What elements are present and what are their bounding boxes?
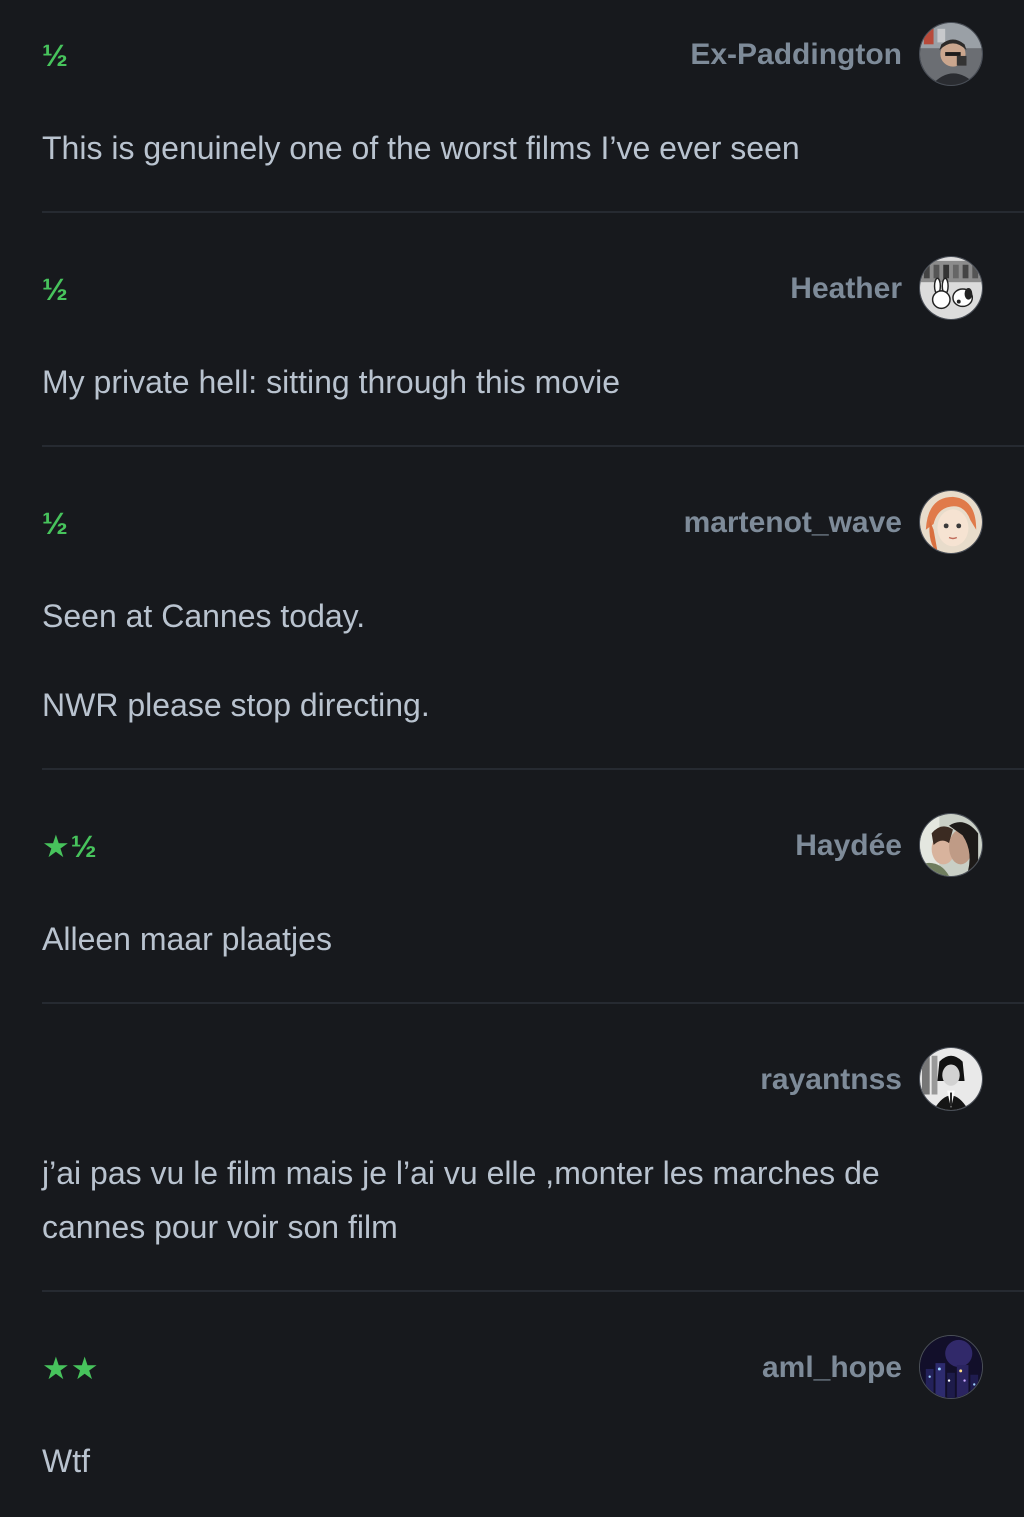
avatar-bw-portrait-icon[interactable] [919, 1047, 983, 1111]
review-divider [42, 1002, 1024, 1004]
rating-stars: ½ [42, 272, 69, 307]
avatar-man-portrait-icon[interactable] [919, 22, 983, 86]
review-text: j’ai pas vu le film mais je l’ai vu elle… [42, 1146, 962, 1254]
rating-stars: ★★ [42, 1351, 100, 1386]
review-divider [42, 768, 1024, 770]
review-paragraph: Seen at Cannes today. [42, 598, 366, 634]
review-paragraph: My private hell: sitting through this mo… [42, 364, 621, 400]
review-text: This is genuinely one of the worst films… [42, 121, 962, 175]
review-username[interactable]: Heather [790, 271, 902, 307]
rating-stars: ★½ [42, 829, 98, 864]
review-text: Wtf [42, 1434, 962, 1488]
rating-stars: ½ [42, 506, 69, 541]
review-paragraph: NWR please stop directing. [42, 687, 430, 723]
review-username[interactable]: aml_hope [762, 1350, 902, 1386]
review-divider [42, 1290, 1024, 1292]
review-text: Seen at Cannes today. NWR please stop di… [42, 589, 962, 732]
rating-stars: ½ [42, 38, 69, 73]
review-username[interactable]: Haydée [795, 828, 902, 864]
review-text: My private hell: sitting through this mo… [42, 355, 962, 409]
review-text: Alleen maar plaatjes [42, 912, 962, 966]
review-paragraph: Wtf [42, 1443, 90, 1479]
review-paragraph: This is genuinely one of the worst films… [42, 130, 800, 166]
review-paragraph: j’ai pas vu le film mais je l’ai vu elle… [42, 1155, 880, 1245]
avatar-night-city-icon[interactable] [919, 1335, 983, 1399]
review-username[interactable]: martenot_wave [684, 505, 902, 541]
avatar-bunny-snoopy-icon[interactable] [919, 256, 983, 320]
avatar-anime-girl-icon[interactable] [919, 490, 983, 554]
review-divider [42, 211, 1024, 213]
review-divider [42, 445, 1024, 447]
review-username[interactable]: rayantnss [760, 1062, 902, 1098]
review-paragraph: Alleen maar plaatjes [42, 921, 332, 957]
avatar-kiss-scene-icon[interactable] [919, 813, 983, 877]
review-username[interactable]: Ex-Paddington [690, 37, 902, 73]
